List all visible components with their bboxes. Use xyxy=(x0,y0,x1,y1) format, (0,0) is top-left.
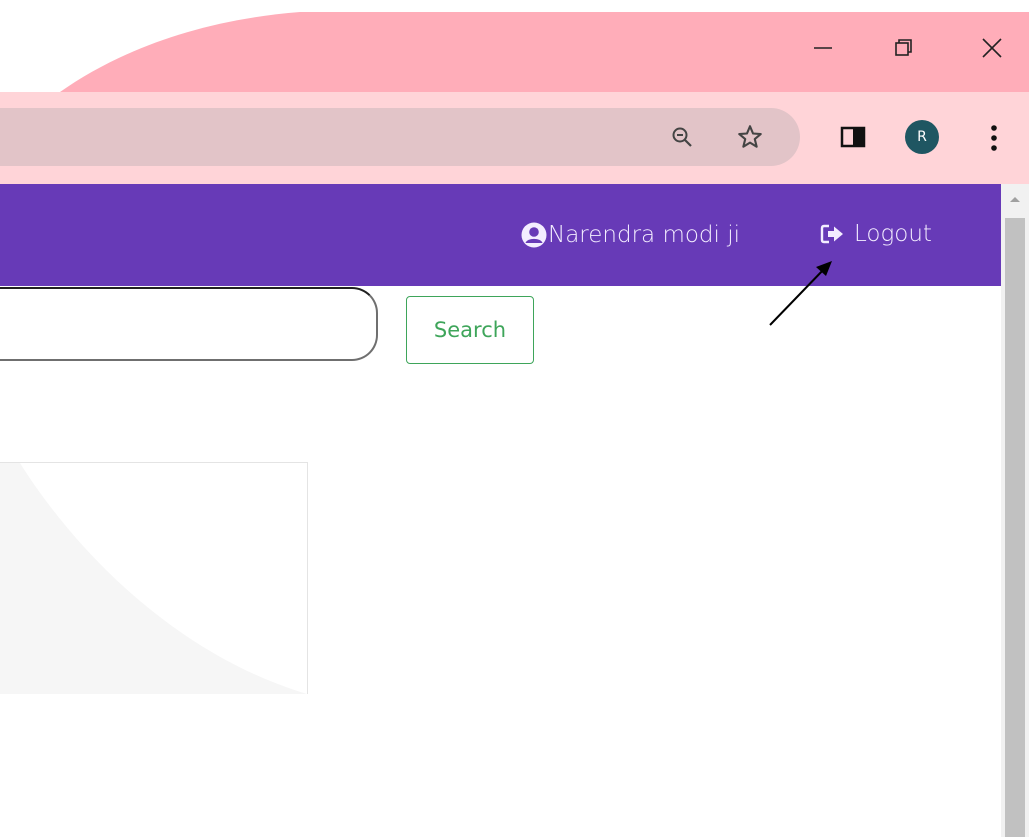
side-panel-button[interactable] xyxy=(836,120,870,154)
title-bar-background xyxy=(60,12,1029,92)
bookmark-button[interactable] xyxy=(731,120,769,154)
logout-icon xyxy=(820,224,843,244)
profile-button[interactable]: R xyxy=(905,120,939,154)
search-button[interactable]: Search xyxy=(406,296,534,364)
close-button[interactable] xyxy=(972,28,1012,68)
logout-link[interactable]: Logout xyxy=(820,221,932,247)
logout-label: Logout xyxy=(854,221,932,247)
app-navbar: Narendra modi ji Logout xyxy=(0,184,1001,286)
scroll-thumb[interactable] xyxy=(1005,218,1025,837)
browser-window: R Narendra modi ji Logout Search xyxy=(0,0,1029,837)
minimize-icon xyxy=(814,47,832,49)
page-scrollbar[interactable] xyxy=(1001,184,1029,837)
card-placeholder-shape xyxy=(0,463,307,694)
address-bar[interactable] xyxy=(0,108,800,166)
side-panel-icon xyxy=(840,126,866,148)
user-circle-icon xyxy=(521,222,547,248)
kebab-menu-icon xyxy=(991,125,997,151)
title-bar xyxy=(0,0,1029,92)
restore-button[interactable] xyxy=(884,28,924,68)
content-card xyxy=(0,462,308,694)
minimize-button[interactable] xyxy=(803,28,843,68)
scroll-up-icon xyxy=(1010,197,1020,202)
zoom-button[interactable] xyxy=(665,122,699,152)
user-profile-link[interactable]: Narendra modi ji xyxy=(520,221,740,249)
star-icon xyxy=(738,125,762,148)
avatar: R xyxy=(905,120,939,154)
browser-toolbar: R xyxy=(0,92,1029,184)
close-icon xyxy=(982,38,1002,58)
zoom-out-icon xyxy=(672,127,692,147)
browser-menu-button[interactable] xyxy=(982,118,1006,158)
search-input[interactable] xyxy=(0,287,378,361)
user-name: Narendra modi ji xyxy=(548,222,740,248)
annotation-arrow xyxy=(769,261,832,326)
scroll-up-button[interactable] xyxy=(1001,184,1029,214)
restore-icon xyxy=(895,39,912,56)
